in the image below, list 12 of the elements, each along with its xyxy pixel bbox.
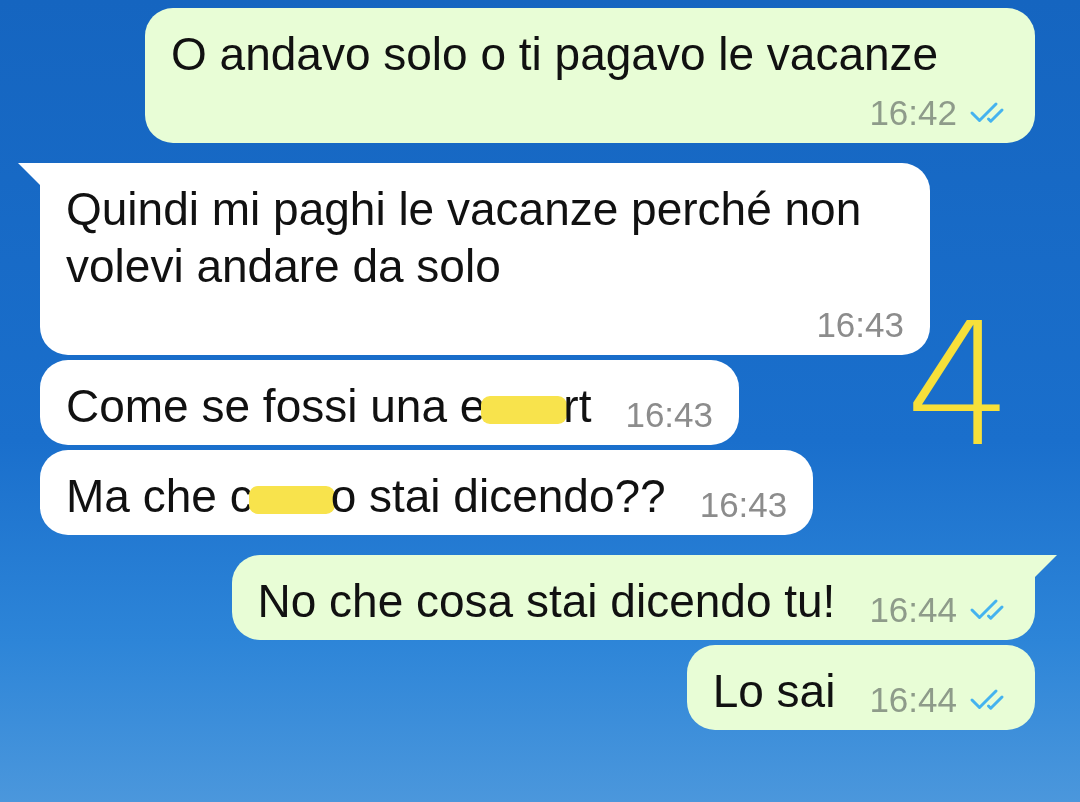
message-text: O andavo solo o ti pagavo le vacanze [171,27,939,82]
message-text: Quindi mi paghi le vacanze perché non volevi andare da solo [66,182,863,294]
message-time: 16:44 [869,680,957,720]
message-time: 16:44 [869,590,957,630]
message-time: 16:43 [699,485,788,525]
message-text: Lo sai [712,664,836,719]
message-time: 16:42 [869,93,957,133]
message-time: 16:43 [625,395,714,435]
message-text: Come se fossi una e rt [66,379,592,434]
message-text: No che cosa stai dicendo tu! [257,574,836,629]
handwritten-number: 4 [905,300,1014,470]
message-time: 16:43 [816,305,904,345]
